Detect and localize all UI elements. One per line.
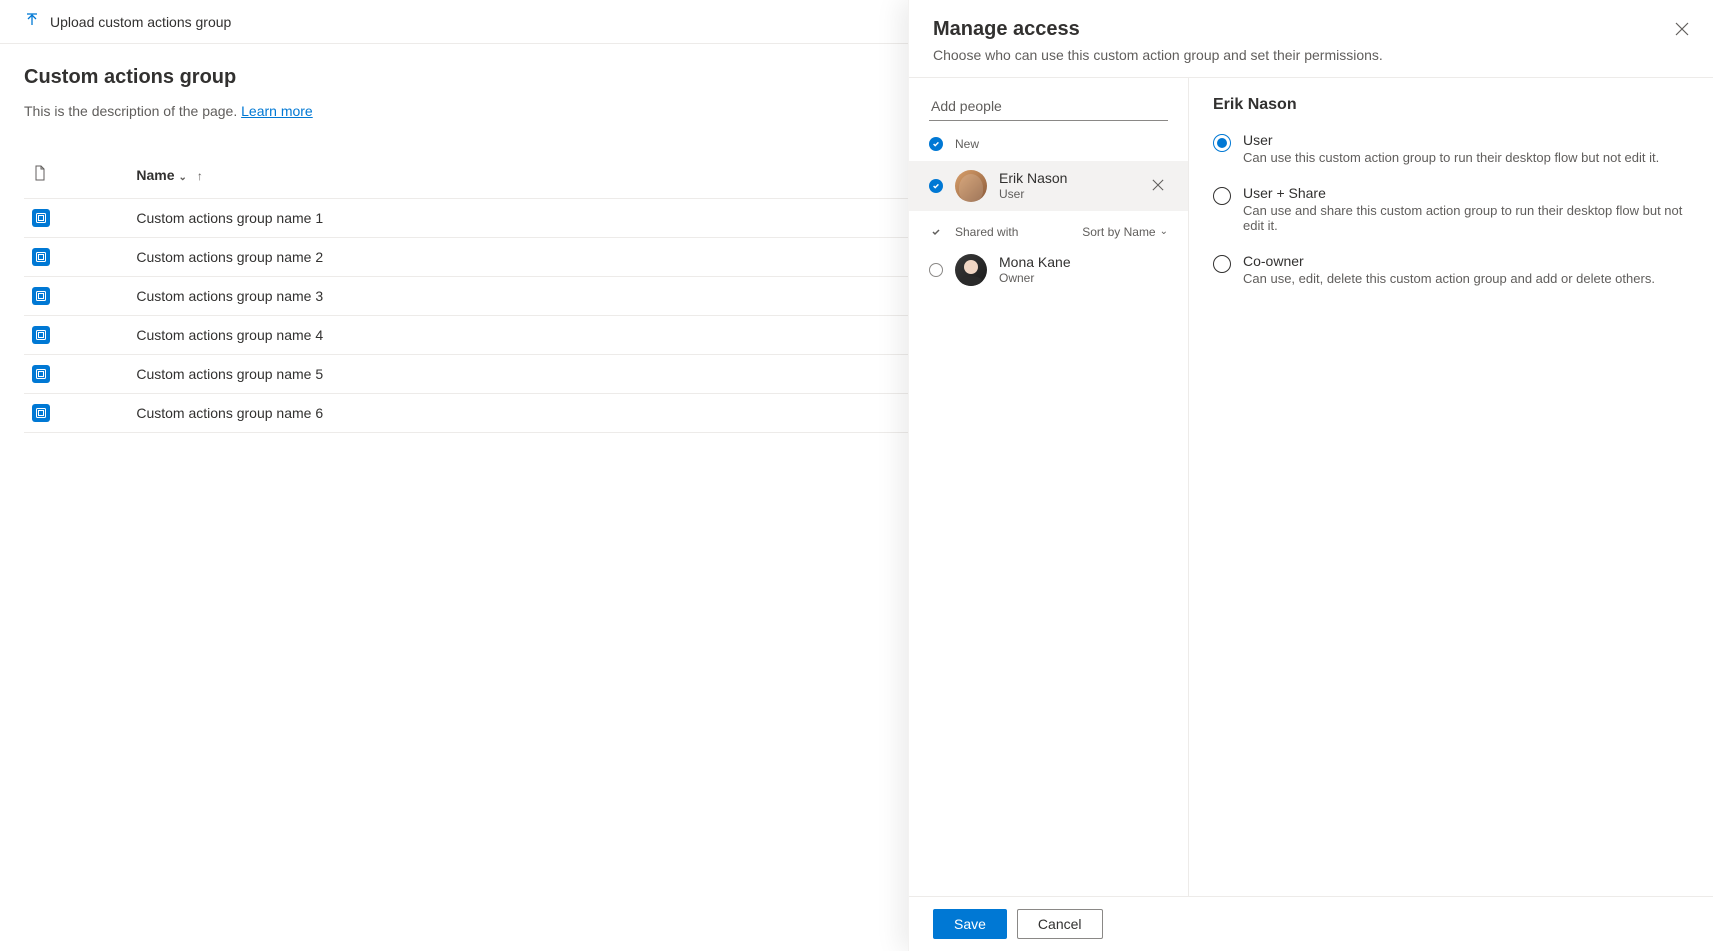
selected-person-name: Erik Nason: [1213, 96, 1689, 114]
new-section-header[interactable]: New: [909, 121, 1188, 161]
radio-icon[interactable]: [1213, 187, 1231, 205]
row-name: Custom actions group name 6: [128, 394, 963, 433]
avatar: [955, 170, 987, 202]
permission-description: Can use this custom action group to run …: [1243, 150, 1659, 165]
chevron-down-icon: ⌄: [1160, 226, 1168, 237]
permission-description: Can use, edit, delete this custom action…: [1243, 271, 1655, 286]
person-name: Erik Nason: [999, 169, 1140, 187]
upload-icon: [24, 12, 40, 31]
person-row[interactable]: Mona Kane Owner: [909, 245, 1188, 295]
checkmark-icon: [929, 227, 943, 237]
permission-option[interactable]: Co-owner Can use, edit, delete this cust…: [1213, 253, 1689, 286]
avatar: [955, 254, 987, 286]
upload-link[interactable]: Upload custom actions group: [50, 14, 231, 30]
radio-icon[interactable]: [929, 263, 943, 277]
group-icon: [32, 326, 50, 344]
checkmark-icon: [929, 137, 943, 151]
panel-header: Manage access Choose who can use this cu…: [909, 0, 1713, 78]
permission-option[interactable]: User + Share Can use and share this cust…: [1213, 185, 1689, 233]
learn-more-link[interactable]: Learn more: [241, 103, 313, 119]
people-list-pane: New Erik Nason User Shared with So: [909, 78, 1189, 896]
manage-access-panel: Manage access Choose who can use this cu…: [908, 0, 1713, 951]
sort-by-dropdown[interactable]: Sort by Name ⌄: [1082, 225, 1168, 239]
permissions-pane: Erik Nason User Can use this custom acti…: [1189, 78, 1713, 896]
column-header-icon[interactable]: [24, 155, 128, 199]
panel-footer: Save Cancel: [909, 896, 1713, 951]
close-icon[interactable]: [1675, 22, 1689, 39]
permission-label: User: [1243, 132, 1659, 148]
sort-arrow-icon: ↑: [197, 169, 203, 183]
group-icon: [32, 404, 50, 422]
panel-subtitle: Choose who can use this custom action gr…: [933, 47, 1689, 63]
permission-option[interactable]: User Can use this custom action group to…: [1213, 132, 1689, 165]
row-name: Custom actions group name 5: [128, 355, 963, 394]
person-name: Mona Kane: [999, 253, 1168, 271]
radio-icon[interactable]: [1213, 255, 1231, 273]
shared-with-header: Shared with Sort by Name ⌄: [909, 211, 1188, 245]
group-icon: [32, 248, 50, 266]
radio-icon[interactable]: [1213, 134, 1231, 152]
panel-title: Manage access: [933, 18, 1689, 41]
column-header-name[interactable]: Name⌄↑: [128, 155, 963, 199]
row-name: Custom actions group name 3: [128, 277, 963, 316]
group-icon: [32, 287, 50, 305]
permission-label: User + Share: [1243, 185, 1689, 201]
checkmark-icon: [929, 179, 943, 193]
row-name: Custom actions group name 1: [128, 199, 963, 238]
add-people-input[interactable]: [929, 92, 1168, 121]
row-name: Custom actions group name 4: [128, 316, 963, 355]
save-button[interactable]: Save: [933, 909, 1007, 939]
person-role: User: [999, 187, 1140, 203]
row-name: Custom actions group name 2: [128, 238, 963, 277]
permission-label: Co-owner: [1243, 253, 1655, 269]
permission-description: Can use and share this custom action gro…: [1243, 203, 1689, 233]
remove-person-icon[interactable]: [1152, 178, 1168, 194]
person-role: Owner: [999, 271, 1168, 287]
cancel-button[interactable]: Cancel: [1017, 909, 1103, 939]
person-row[interactable]: Erik Nason User: [909, 161, 1188, 211]
group-icon: [32, 209, 50, 227]
group-icon: [32, 365, 50, 383]
chevron-down-icon: ⌄: [178, 172, 186, 183]
